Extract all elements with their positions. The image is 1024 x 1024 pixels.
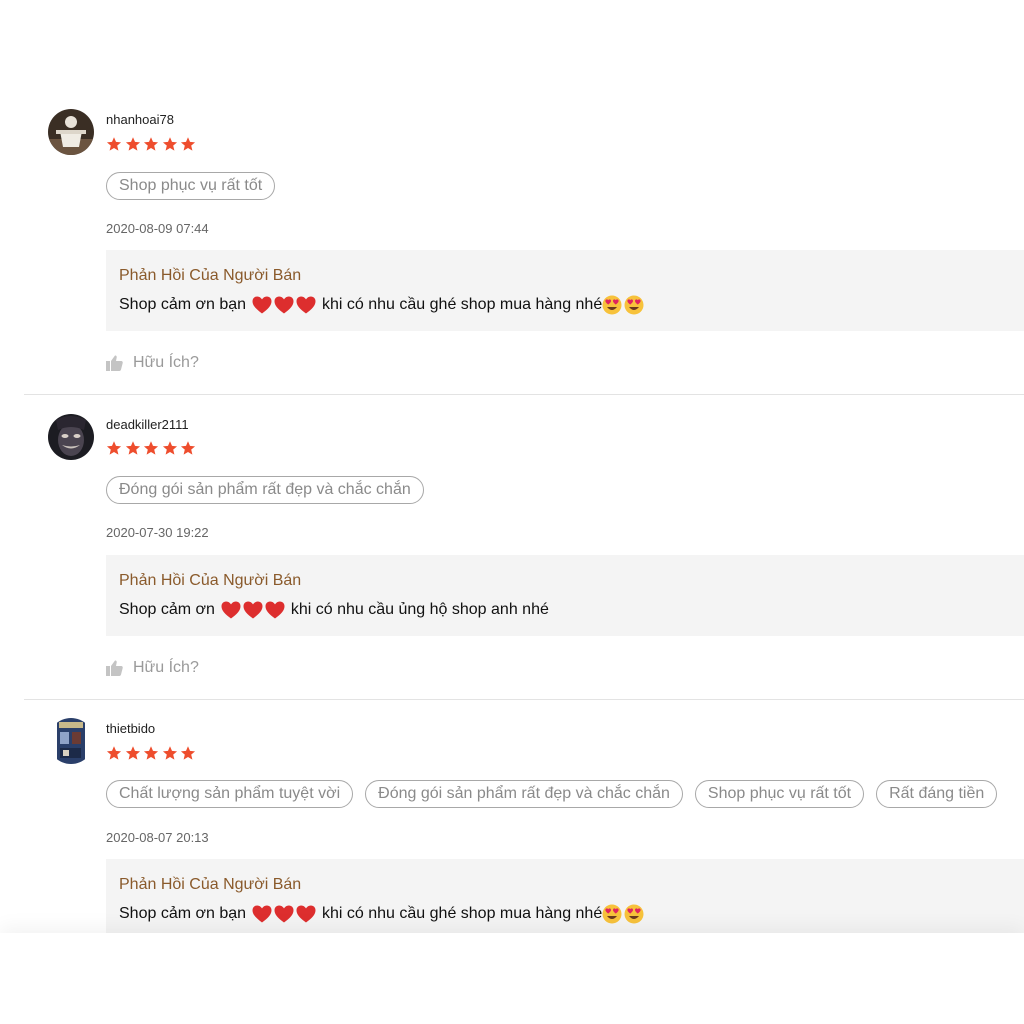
review-date: 2020-08-09 07:44 <box>106 221 209 236</box>
review-tags: Đóng gói sản phẩm rất đẹp và chắc chắn <box>106 476 424 504</box>
reply-text-start: Shop cảm ơn <box>119 601 215 618</box>
star-rating <box>106 745 196 761</box>
heart-eyes-icon <box>602 904 646 924</box>
reply-title: Phản Hồi Của Người Bán <box>119 876 302 893</box>
red-heart-icon <box>251 904 317 924</box>
star-rating <box>106 440 196 456</box>
star-icon <box>125 441 140 455</box>
bottom-fade <box>0 933 1024 1024</box>
star-icon <box>143 746 159 760</box>
star-icon <box>106 137 122 151</box>
reply-text-start: Shop cảm ơn bạn <box>119 905 247 922</box>
reply-text: Shop cảm ơn bạn khi có nhu cầu ghé shop … <box>119 295 646 315</box>
seller-reply: Phản Hồi Của Người Bán Shop cảm ơn bạn k… <box>106 859 1024 940</box>
reply-text-end: khi có nhu cầu ghé shop mua hàng nhé <box>322 296 603 313</box>
review-tags: Shop phục vụ rất tốt <box>106 172 276 200</box>
reply-text-start: Shop cảm ơn bạn <box>119 296 247 313</box>
reply-title: Phản Hồi Của Người Bán <box>119 267 302 284</box>
star-icon <box>162 137 177 151</box>
thumbs-up-icon <box>106 355 123 371</box>
review-tag: Shop phục vụ rất tốt <box>106 172 276 200</box>
review-username[interactable]: nhanhoai78 <box>106 112 174 128</box>
star-icon <box>143 441 159 455</box>
review-divider <box>24 394 1024 395</box>
helpful-button[interactable]: Hữu Ích? <box>106 353 199 373</box>
review-tag: Chất lượng sản phẩm tuyệt vời <box>106 780 354 808</box>
helpful-label: Hữu Ích? <box>133 659 199 676</box>
avatar[interactable] <box>48 718 94 764</box>
star-icon <box>125 746 140 760</box>
helpful-button[interactable]: Hữu Ích? <box>106 658 199 678</box>
avatar[interactable] <box>48 109 94 155</box>
star-icon <box>106 441 122 455</box>
avatar[interactable] <box>48 414 94 460</box>
thumbs-up-icon <box>106 660 123 676</box>
reply-text-end: khi có nhu cầu ghé shop mua hàng nhé <box>322 905 603 922</box>
star-rating <box>106 136 196 152</box>
star-icon <box>125 137 140 151</box>
heart-eyes-icon <box>602 295 646 315</box>
red-heart-icon <box>251 295 317 315</box>
reply-text: Shop cảm ơn bạn khi có nhu cầu ghé shop … <box>119 904 646 924</box>
helpful-label: Hữu Ích? <box>133 354 199 371</box>
star-icon <box>106 746 122 760</box>
review-username[interactable]: deadkiller2111 <box>106 417 189 433</box>
reply-title: Phản Hồi Của Người Bán <box>119 572 302 589</box>
review-username[interactable]: thietbido <box>106 721 155 737</box>
reply-text-end: khi có nhu cầu ủng hộ shop anh nhé <box>290 601 549 618</box>
review-tags: Chất lượng sản phẩm tuyệt vời Đóng gói s… <box>106 780 998 808</box>
star-icon <box>180 441 196 455</box>
star-icon <box>162 441 177 455</box>
review-tag: Shop phục vụ rất tốt <box>694 780 865 808</box>
star-icon <box>143 137 159 151</box>
seller-reply: Phản Hồi Của Người Bán Shop cảm ơn bạn k… <box>106 250 1024 331</box>
review-tag: Đóng gói sản phẩm rất đẹp và chắc chắn <box>365 780 683 808</box>
reply-text: Shop cảm ơn khi có nhu cầu ủng hộ shop a… <box>119 600 549 620</box>
review-date: 2020-08-07 20:13 <box>106 830 209 845</box>
review-date: 2020-07-30 19:22 <box>106 525 209 540</box>
review-tag: Đóng gói sản phẩm rất đẹp và chắc chắn <box>106 476 424 504</box>
review-tag: Rất đáng tiền <box>876 780 998 808</box>
red-heart-icon <box>220 600 286 620</box>
star-icon <box>180 746 196 760</box>
star-icon <box>180 137 196 151</box>
star-icon <box>162 746 177 760</box>
seller-reply: Phản Hồi Của Người Bán Shop cảm ơn khi c… <box>106 555 1024 636</box>
review-divider <box>24 699 1024 700</box>
